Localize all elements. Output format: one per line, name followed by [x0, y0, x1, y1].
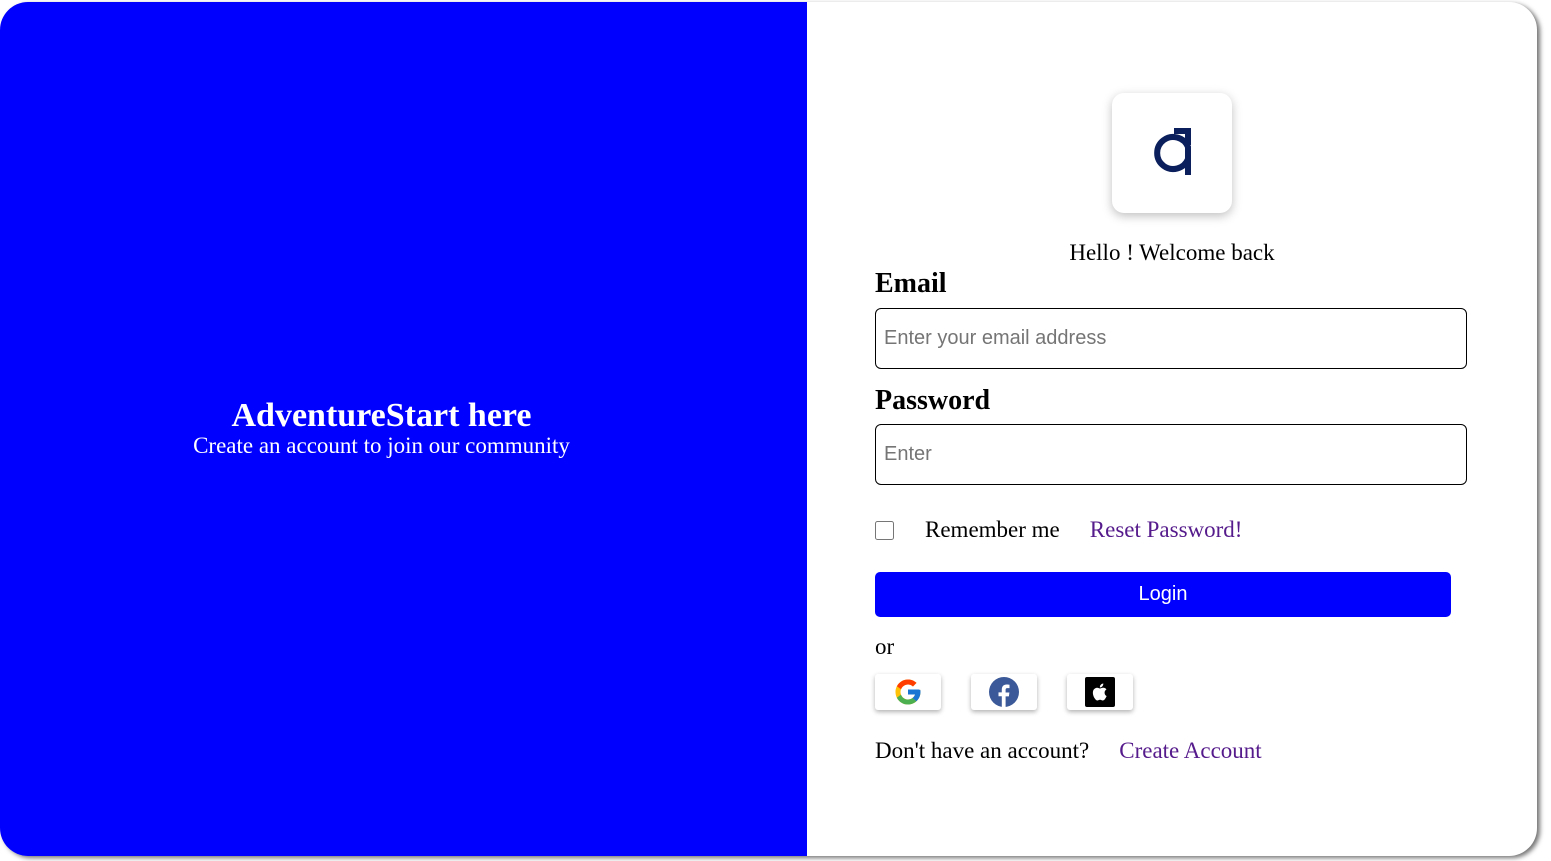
- hero-title: AdventureStart here: [231, 397, 532, 434]
- hero-subtitle: Create an account to join our community: [193, 433, 570, 458]
- email-label: Email: [875, 268, 947, 299]
- brand-logo: [1112, 93, 1232, 213]
- reset-password-link[interactable]: Reset Password!: [1090, 517, 1243, 543]
- google-icon: [895, 679, 921, 705]
- brand-logo-icon: [1154, 128, 1191, 175]
- remember-me-checkbox[interactable]: [875, 520, 894, 540]
- facebook-login-button[interactable]: [971, 674, 1037, 710]
- signup-row: Don't have an account? Create Account: [875, 736, 1262, 766]
- welcome-message: Hello ! Welcome back: [1069, 240, 1275, 265]
- login-button[interactable]: Login: [875, 572, 1451, 617]
- apple-login-button[interactable]: [1067, 674, 1133, 710]
- remember-row: Remember me Reset Password!: [875, 514, 1242, 546]
- remember-me-label: Remember me: [925, 517, 1060, 542]
- password-input[interactable]: [875, 424, 1467, 485]
- facebook-icon: [989, 677, 1019, 707]
- password-label: Password: [875, 385, 991, 416]
- create-account-link[interactable]: Create Account: [1119, 736, 1261, 766]
- no-account-text: Don't have an account?: [875, 738, 1090, 763]
- hero-text: AdventureStart here Create an account to…: [0, 396, 763, 460]
- apple-icon: [1085, 677, 1115, 707]
- email-input[interactable]: [875, 308, 1467, 369]
- login-card: AdventureStart here Create an account to…: [0, 2, 1537, 856]
- hero-panel: AdventureStart here Create an account to…: [0, 2, 807, 856]
- google-login-button[interactable]: [875, 674, 941, 710]
- login-panel: Hello ! Welcome back Email Password Reme…: [807, 2, 1537, 856]
- or-divider: or: [875, 634, 895, 659]
